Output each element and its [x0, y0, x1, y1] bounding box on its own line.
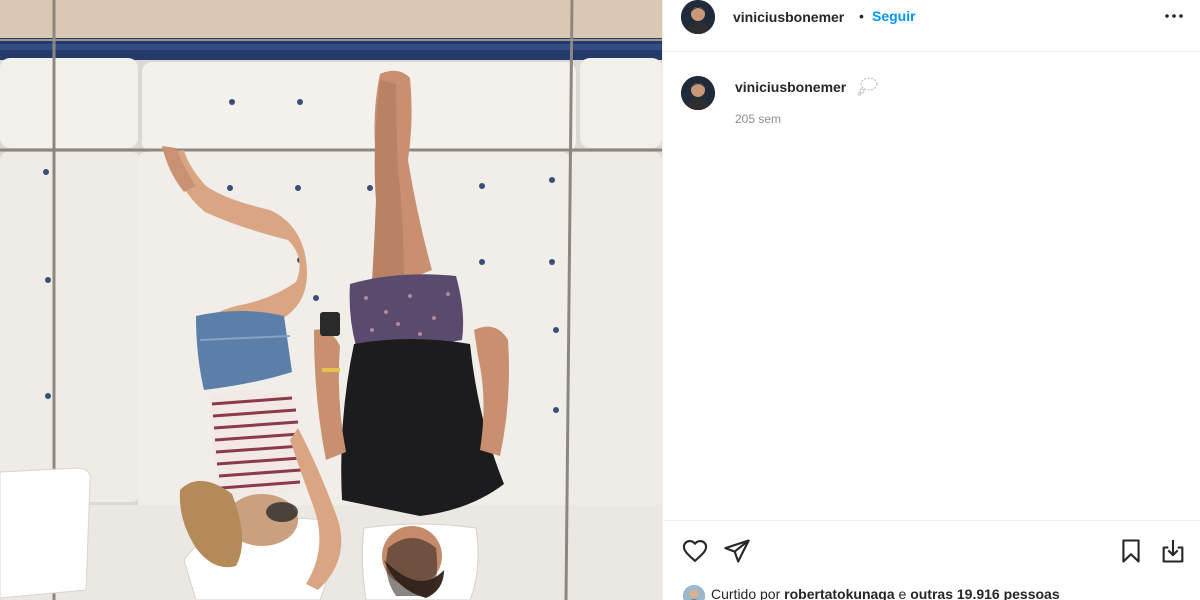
download-icon[interactable]	[1159, 537, 1187, 565]
likes-conjunction: e	[898, 586, 907, 600]
post-timestamp[interactable]: 205 sem	[735, 112, 781, 126]
post-caption: viniciusbonemer 205 sem	[663, 70, 1200, 140]
post-header: viniciusbonemer • Seguir	[663, 0, 1200, 52]
author-avatar[interactable]	[681, 0, 715, 34]
caption-avatar[interactable]	[681, 76, 715, 110]
thought-balloon-icon	[857, 76, 879, 96]
likes-others-link[interactable]: outras 19.916 pessoas	[910, 586, 1059, 600]
likes-prefix: Curtido por	[711, 586, 781, 600]
author-username[interactable]: viniciusbonemer	[733, 9, 844, 25]
bookmark-icon[interactable]	[1117, 537, 1145, 565]
likes-text: Curtido por robertatokunaga e outras 19.…	[711, 586, 1060, 600]
top-cushion	[142, 62, 576, 152]
post-details-panel: viniciusbonemer • Seguir viniciusbonemer	[662, 0, 1200, 600]
likes-summary: Curtido por robertatokunaga e outras 19.…	[683, 584, 1200, 600]
stone-ledge	[0, 0, 662, 40]
liker-avatar[interactable]	[683, 585, 705, 600]
post-photo[interactable]	[0, 0, 662, 600]
separator-dot: •	[859, 8, 864, 24]
caption-username[interactable]: viniciusbonemer	[735, 79, 846, 95]
phone	[320, 312, 340, 336]
post-image	[0, 0, 662, 600]
liker-username[interactable]: robertatokunaga	[784, 586, 894, 600]
paper-plane-icon[interactable]	[723, 537, 751, 565]
heart-icon[interactable]	[681, 537, 709, 565]
follow-button[interactable]: Seguir	[872, 8, 916, 24]
post-actions-bar: Curtido por robertatokunaga e outras 19.…	[663, 520, 1200, 600]
more-options-icon[interactable]	[1161, 6, 1187, 26]
